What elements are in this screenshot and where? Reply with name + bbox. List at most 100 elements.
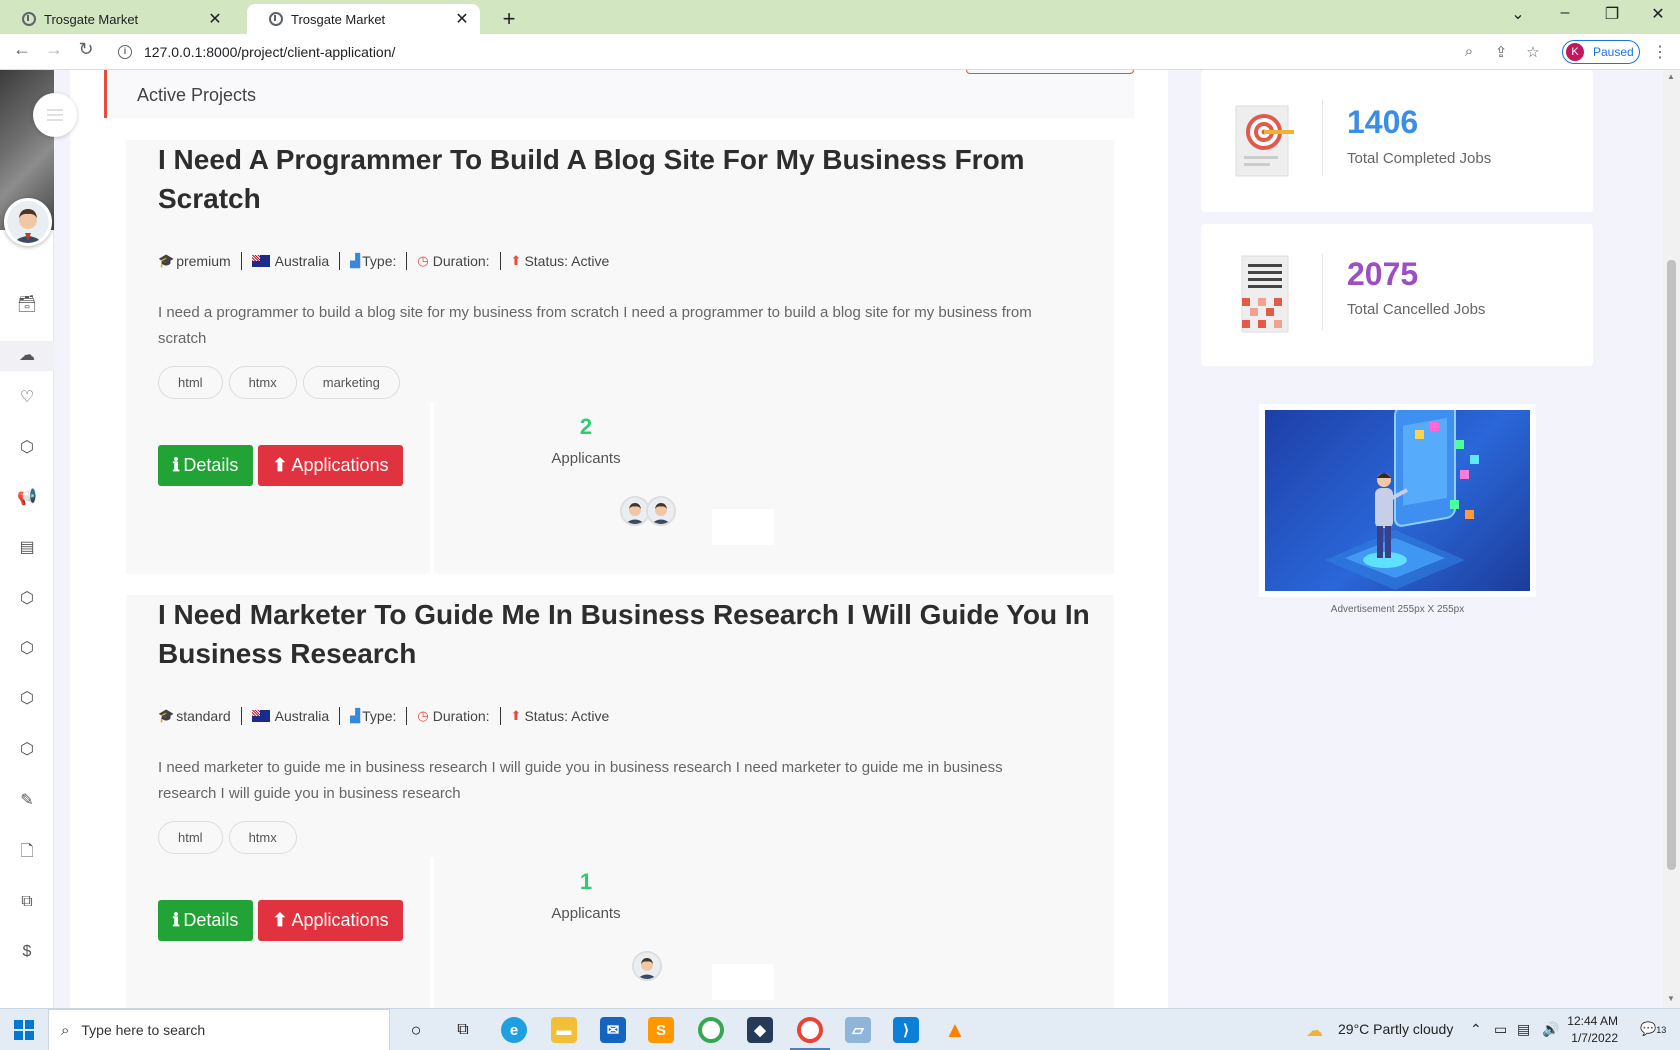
- chrome-icon[interactable]: [698, 1017, 724, 1043]
- file-explorer-icon[interactable]: ▬: [551, 1017, 577, 1043]
- box-icon[interactable]: ⬡: [16, 588, 38, 610]
- box-icon[interactable]: ⬡: [16, 437, 38, 459]
- scrollbar-thumb[interactable]: [1667, 260, 1676, 870]
- applicant-avatar[interactable]: [646, 496, 676, 526]
- edge-browser-icon[interactable]: e: [501, 1017, 527, 1043]
- box-icon[interactable]: ⬡: [16, 688, 38, 710]
- skill-tag[interactable]: html: [158, 821, 223, 854]
- bookmark-star-icon[interactable]: ☆: [1522, 43, 1544, 61]
- tray-chevron-icon[interactable]: ⌃: [1470, 1021, 1482, 1038]
- details-button[interactable]: ℹ Details: [158, 445, 253, 486]
- new-tab-button[interactable]: +: [497, 6, 521, 32]
- applications-button[interactable]: ⬆ Applications: [258, 900, 403, 941]
- minimize-button[interactable]: –: [1550, 4, 1580, 22]
- url-text[interactable]: 127.0.0.1:8000/project/client-applicatio…: [144, 44, 395, 60]
- browser-tab[interactable]: Trosgate Market ✕: [0, 4, 233, 34]
- taskbar-search-input[interactable]: ⌕ Type here to search: [48, 1009, 390, 1050]
- restore-button[interactable]: ❐: [1597, 4, 1627, 24]
- file-icon[interactable]: 🗋: [16, 841, 38, 863]
- stat-card-cancelled: 2075 Total Cancelled Jobs: [1201, 224, 1593, 366]
- forward-button[interactable]: →: [41, 39, 67, 60]
- sublime-text-icon[interactable]: S: [648, 1017, 674, 1043]
- notification-center-icon[interactable]: 💬13: [1640, 1021, 1666, 1037]
- skill-tag[interactable]: htmx: [228, 821, 297, 854]
- applicant-avatar[interactable]: [632, 951, 662, 981]
- tab-search-chevron-icon[interactable]: ⌄: [1503, 4, 1533, 24]
- meta-type: ▟ Type:: [339, 252, 406, 270]
- vscode-icon[interactable]: ⟩: [893, 1017, 919, 1043]
- address-bar[interactable]: i 127.0.0.1:8000/project/client-applicat…: [110, 38, 1555, 66]
- browser-menu-icon[interactable]: ⋮: [1652, 42, 1668, 62]
- dashboard-icon[interactable]: ☁: [0, 341, 54, 371]
- weather-icon: ☁: [1306, 1021, 1323, 1040]
- australia-flag-icon: [251, 710, 270, 722]
- box-icon[interactable]: ⬡: [16, 638, 38, 660]
- mail-icon[interactable]: ✉: [600, 1017, 626, 1043]
- taskbar-clock[interactable]: 12:44 AM 1/7/2022: [1553, 1013, 1618, 1047]
- dollar-icon[interactable]: $: [16, 941, 38, 963]
- windows-start-icon[interactable]: [14, 1020, 34, 1040]
- task-view-icon[interactable]: ⧉: [450, 1017, 476, 1043]
- card-divider: [430, 402, 434, 574]
- close-window-button[interactable]: ✕: [1643, 4, 1673, 24]
- project-title[interactable]: I Need Marketer To Guide Me In Business …: [158, 595, 1098, 673]
- project-description: I need marketer to guide me in business …: [158, 759, 1003, 802]
- info-icon: ℹ: [172, 455, 180, 475]
- site-favicon-icon: [269, 12, 283, 26]
- site-info-icon[interactable]: i: [118, 45, 132, 59]
- megaphone-icon[interactable]: 📢: [16, 487, 38, 509]
- stat-separator: [1322, 254, 1323, 330]
- edit-icon[interactable]: ✎: [16, 790, 38, 812]
- menu-toggle-button[interactable]: [33, 93, 77, 137]
- site-favicon-icon: [22, 12, 36, 26]
- tray-device-icon[interactable]: ▭: [1494, 1021, 1507, 1038]
- close-tab-icon[interactable]: ✕: [207, 9, 223, 29]
- advertisement-banner[interactable]: [1259, 404, 1536, 597]
- box-icon[interactable]: ⬡: [16, 739, 38, 761]
- zoom-icon[interactable]: ⌕: [1458, 43, 1480, 60]
- cortana-icon[interactable]: ○: [403, 1017, 429, 1043]
- weather-text[interactable]: 29°C Partly cloudy: [1338, 1021, 1453, 1037]
- briefcase-icon[interactable]: 🗃: [16, 294, 38, 316]
- network-icon[interactable]: ▤: [1517, 1021, 1530, 1038]
- advertisement-caption: Advertisement 255px X 255px: [1330, 604, 1465, 615]
- applicant-avatars: [620, 496, 676, 526]
- app-window-icon[interactable]: ▱: [845, 1017, 871, 1043]
- tab-title: Trosgate Market: [291, 11, 386, 27]
- section-action-button-edge[interactable]: [966, 70, 1134, 74]
- details-button[interactable]: ℹ Details: [158, 900, 253, 941]
- advertisement-image: [1265, 410, 1530, 591]
- australia-flag-icon: [251, 255, 270, 267]
- scroll-down-icon[interactable]: ▼: [1667, 994, 1675, 1003]
- meta-status: ⬆ Status: Active: [499, 252, 620, 270]
- browser-tab-strip: Trosgate Market ✕ Trosgate Market ✕ + ⌄ …: [0, 0, 1680, 34]
- vlc-icon[interactable]: ▲: [942, 1017, 968, 1043]
- skill-tag[interactable]: html: [158, 366, 223, 399]
- section-header: Active Projects: [104, 70, 1134, 118]
- chrome-profile-icon[interactable]: [797, 1017, 823, 1043]
- devices-icon[interactable]: ⧉: [16, 891, 38, 913]
- arrow-up-icon: ⬆: [510, 253, 522, 268]
- skill-tag[interactable]: htmx: [228, 366, 297, 399]
- share-icon[interactable]: ⇪: [1490, 43, 1512, 61]
- reload-button[interactable]: ↻: [73, 39, 99, 60]
- applicant-avatars: [632, 951, 662, 981]
- book-icon[interactable]: ▤: [16, 537, 38, 559]
- user-avatar[interactable]: [4, 198, 52, 246]
- applicants-label: Applicants: [551, 905, 621, 922]
- close-tab-icon[interactable]: ✕: [454, 9, 470, 29]
- applicants-label: Applicants: [551, 450, 621, 467]
- back-button[interactable]: ←: [9, 39, 35, 60]
- profile-button[interactable]: K Paused: [1562, 40, 1640, 64]
- heart-icon[interactable]: ♡: [16, 387, 38, 409]
- scroll-up-icon[interactable]: ▲: [1667, 72, 1675, 81]
- app-cube-icon[interactable]: ◆: [747, 1017, 773, 1043]
- applicant-count: 2: [579, 414, 593, 439]
- applications-button[interactable]: ⬆ Applications: [258, 445, 403, 486]
- page-scrollbar[interactable]: ▲ ▼: [1663, 70, 1680, 1008]
- browser-tab-active[interactable]: Trosgate Market ✕: [247, 4, 480, 34]
- profile-avatar: K: [1566, 43, 1584, 61]
- skill-tag[interactable]: marketing: [302, 366, 400, 399]
- applicants-summary: 1 Applicants: [516, 869, 656, 922]
- project-title[interactable]: I Need A Programmer To Build A Blog Site…: [158, 140, 1098, 218]
